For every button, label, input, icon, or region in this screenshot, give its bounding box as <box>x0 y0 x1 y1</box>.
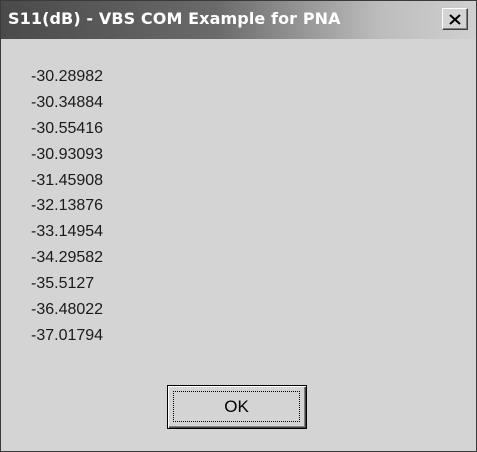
s11-values-list: -30.28982 -30.34884 -30.55416 -30.93093 … <box>31 64 103 349</box>
message-box-window: S11(dB) - VBS COM Example for PNA -30.28… <box>0 0 477 452</box>
ok-focus-rect: OK <box>173 391 300 422</box>
value-item: -37.01794 <box>31 326 104 344</box>
ok-button[interactable]: OK <box>167 385 307 429</box>
value-item: -33.14954 <box>31 223 104 241</box>
close-x-icon <box>449 13 461 25</box>
ok-button-label: OK <box>224 396 249 416</box>
value-item: -34.29582 <box>31 249 104 267</box>
window-title: S11(dB) - VBS COM Example for PNA <box>8 9 341 28</box>
value-item: -30.93093 <box>31 145 104 163</box>
value-item: -32.13876 <box>31 197 104 215</box>
value-item: -30.34884 <box>31 93 104 111</box>
value-item: -35.5127 <box>31 275 95 293</box>
title-bar[interactable]: S11(dB) - VBS COM Example for PNA <box>1 1 476 39</box>
close-button[interactable] <box>442 8 468 30</box>
value-item: -30.55416 <box>31 119 104 137</box>
value-item: -30.28982 <box>31 68 104 85</box>
value-item: -36.48022 <box>31 301 104 319</box>
value-item: -31.45908 <box>31 171 104 189</box>
